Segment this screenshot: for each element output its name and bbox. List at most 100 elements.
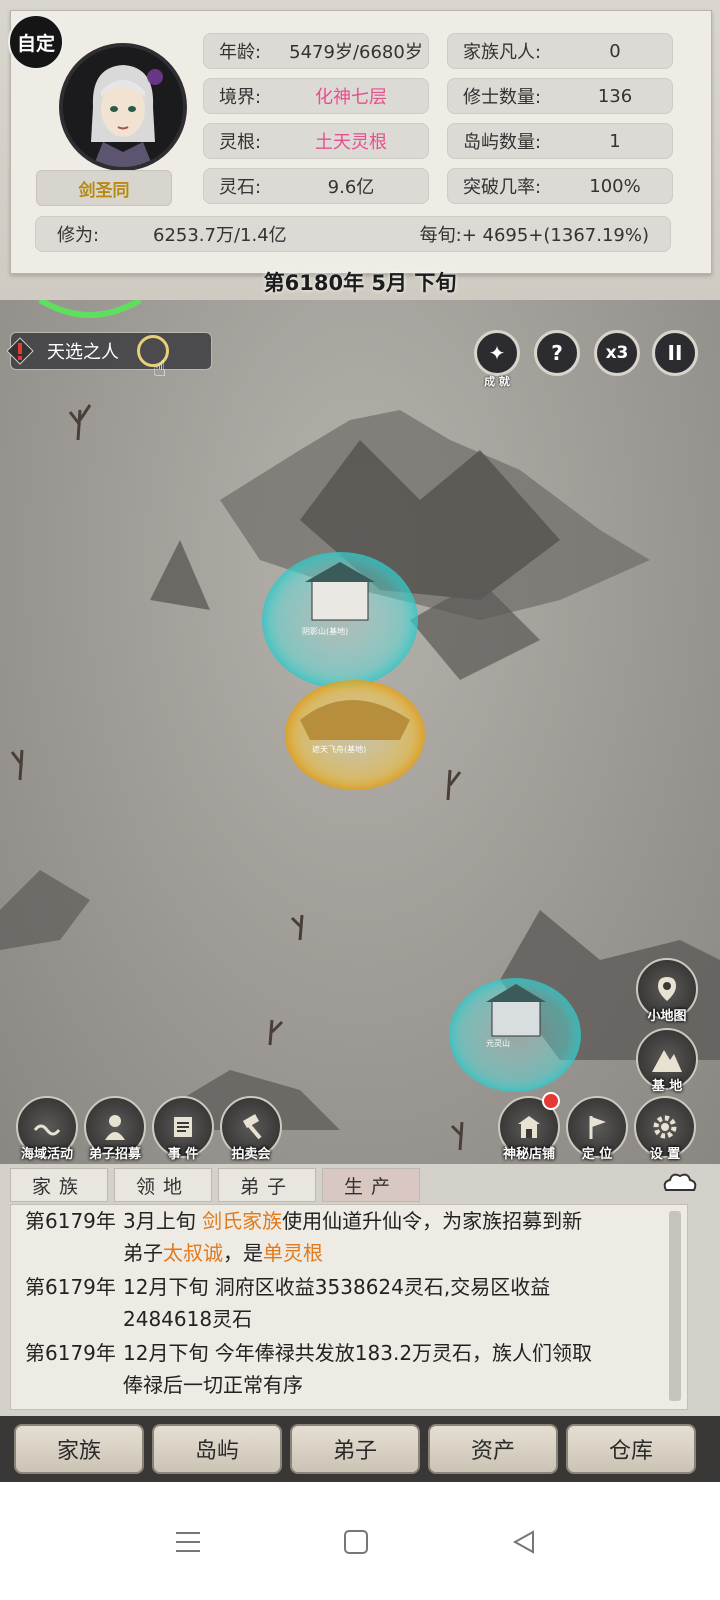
back-icon[interactable]: [504, 1522, 544, 1562]
log-text: 2484618灵石: [123, 1307, 253, 1331]
log-text: ，是: [223, 1241, 263, 1265]
disciple-recruit-button[interactable]: 弟子招募: [84, 1096, 146, 1162]
per-period-gain: 每旬:+ 4695+(1367.19%): [419, 225, 649, 246]
islands-value: 1: [609, 130, 621, 152]
tab-disciples[interactable]: 弟子: [218, 1168, 316, 1202]
avatar[interactable]: [63, 47, 183, 167]
log-text: 使用仙道升仙令，为家族招募到新: [282, 1209, 583, 1233]
shop-icon: [518, 1116, 540, 1138]
menu-icon[interactable]: [168, 1522, 208, 1562]
cultivators-cell: 修士数量: 136: [447, 78, 673, 114]
spirit-root-label: 灵根:: [219, 132, 262, 153]
player-name: 剑圣同: [36, 170, 172, 206]
alert-icon: [5, 336, 35, 366]
minimap-label: 小地图: [647, 1009, 687, 1024]
svg-text:元灵山: 元灵山: [486, 1038, 510, 1048]
tab-production[interactable]: 生产: [322, 1168, 420, 1202]
breakthrough-value: 100%: [589, 175, 641, 197]
achievement-label: 成 就: [484, 375, 510, 388]
cultivators-value: 136: [597, 85, 633, 107]
status-panel: 年龄: 5479岁/6680岁 境界: 化神七层 灵根: 土天灵根 灵石: 9.…: [0, 0, 720, 300]
cultivation-label: 修为:: [57, 225, 100, 246]
realm-cell: 境界: 化神七层: [203, 78, 429, 114]
locate-button[interactable]: 定 位: [566, 1096, 628, 1162]
game-date: 第6180年 5月 下旬: [263, 271, 457, 295]
system-nav-bar: [0, 1482, 720, 1600]
log-year: 第6179年: [25, 1275, 116, 1299]
spirit-stone-value: 9.6亿: [327, 177, 375, 198]
bottom-nav: 家族 岛屿 弟子 资产 仓库: [0, 1416, 720, 1482]
tab-family[interactable]: 家族: [10, 1168, 108, 1202]
base-label: 基 地: [651, 1079, 683, 1094]
log-highlight: 剑氏家族: [202, 1209, 283, 1233]
spirit-root-cell: 灵根: 土天灵根: [203, 123, 429, 159]
age-cell: 年龄: 5479岁/6680岁: [203, 33, 429, 69]
minimap-button[interactable]: 小地图: [636, 958, 698, 1024]
sea-activity-button[interactable]: 海域活动: [16, 1096, 78, 1162]
cultivation-value: 6253.7万/1.4亿: [153, 225, 287, 246]
realm-value: 化神七层: [315, 87, 387, 108]
log-year: 第6179年: [25, 1341, 116, 1365]
settings-button[interactable]: 设 置: [634, 1096, 696, 1162]
settings-label: 设 置: [649, 1147, 681, 1162]
log-text: 12月下旬 洞府区收益3538624灵石,交易区收益: [123, 1275, 551, 1299]
cloud-menu-icon[interactable]: [660, 1170, 700, 1198]
tab-territory[interactable]: 领地: [114, 1168, 212, 1202]
log-list[interactable]: 第6179年 3月上旬 剑氏家族使用仙道升仙令，为家族招募到新 弟子太叔诚，是单灵…: [10, 1204, 688, 1410]
nav-disciple-button[interactable]: 弟子: [290, 1424, 420, 1474]
speed-button[interactable]: x3: [594, 330, 640, 376]
svg-text:遮天飞舟(基地): 遮天飞舟(基地): [312, 744, 366, 754]
locate-label: 定 位: [581, 1147, 613, 1162]
realm-label: 境界:: [219, 87, 262, 108]
map-pin-icon: [658, 977, 676, 1001]
gavel-icon: [242, 1114, 262, 1140]
cultivation-cell: 修为: 6253.7万/1.4亿 每旬:+ 4695+(1367.19%): [35, 216, 671, 252]
spirit-stone-label: 灵石:: [219, 177, 262, 198]
islands-label: 岛屿数量:: [463, 132, 542, 153]
mountain-icon: [652, 1050, 682, 1072]
breakthrough-cell: 突破几率: 100%: [447, 168, 673, 204]
log-entry: 第6179年 12月下旬 洞府区收益3538624灵石,交易区收益 2484618…: [25, 1271, 550, 1335]
wave-icon: [33, 1124, 61, 1136]
map-terrain: 阴影山(基地) 遮天飞舟(基地) 元灵山: [0, 300, 720, 1151]
achievement-button[interactable]: ✦ 成 就: [474, 330, 520, 388]
notification-dot: [542, 1092, 560, 1110]
svg-text:阴影山(基地): 阴影山(基地): [302, 626, 348, 636]
home-icon[interactable]: [336, 1522, 376, 1562]
nav-island-button[interactable]: 岛屿: [152, 1424, 282, 1474]
log-text: 俸禄后一切正常有序: [123, 1373, 303, 1397]
disciple-recruit-label: 弟子招募: [88, 1147, 141, 1162]
chosen-one-bar[interactable]: 天选之人 ☝: [6, 332, 212, 382]
cultivators-label: 修士数量:: [463, 87, 542, 108]
spirit-root-value: 土天灵根: [315, 132, 387, 153]
nav-assets-button[interactable]: 资产: [428, 1424, 558, 1474]
spirit-stone-cell: 灵石: 9.6亿: [203, 168, 429, 204]
base-button[interactable]: 基 地: [636, 1028, 698, 1094]
mystery-shop-button[interactable]: 神秘店铺: [498, 1092, 560, 1162]
age-value: 5479岁/6680岁: [289, 42, 423, 63]
nav-family-button[interactable]: 家族: [14, 1424, 144, 1474]
log-text: 3月上旬: [123, 1209, 203, 1233]
help-button[interactable]: ?: [534, 330, 580, 376]
world-map[interactable]: 阴影山(基地) 遮天飞舟(基地) 元灵山 天选之人 ☝ ✦ 成 就 ? x3 I…: [0, 300, 720, 1166]
events-button[interactable]: 事 件: [152, 1096, 214, 1162]
log-panel: 家族 领地 弟子 生产 第6179年 3月上旬 剑氏家族使用仙道升仙令，为家族招募…: [0, 1164, 720, 1416]
scroll-icon: [174, 1117, 192, 1137]
events-label: 事 件: [167, 1147, 199, 1162]
status-panel-inner: 年龄: 5479岁/6680岁 境界: 化神七层 灵根: 土天灵根 灵石: 9.…: [10, 10, 712, 274]
nav-warehouse-button[interactable]: 仓库: [566, 1424, 696, 1474]
auction-button[interactable]: 拍卖会: [220, 1096, 282, 1162]
mortals-label: 家族凡人:: [463, 42, 542, 63]
sea-activity-label: 海域活动: [20, 1147, 73, 1162]
gear-icon: [653, 1115, 677, 1139]
mortals-cell: 家族凡人: 0: [447, 33, 673, 69]
log-entry: 第6179年 12月下旬 今年俸禄共发放183.2万灵石，族人们领取 俸禄后一切正…: [25, 1337, 592, 1401]
log-scrollbar[interactable]: [669, 1211, 681, 1401]
pause-button[interactable]: II: [652, 330, 698, 376]
flag-icon: [589, 1116, 606, 1139]
custom-badge[interactable]: 自定: [8, 14, 64, 70]
age-label: 年龄:: [219, 42, 262, 63]
log-entry: 第6179年 3月上旬 剑氏家族使用仙道升仙令，为家族招募到新 弟子太叔诚，是单灵…: [25, 1205, 582, 1269]
avatar-portrait-icon: [63, 47, 183, 167]
chosen-one-label: 天选之人: [47, 342, 119, 363]
